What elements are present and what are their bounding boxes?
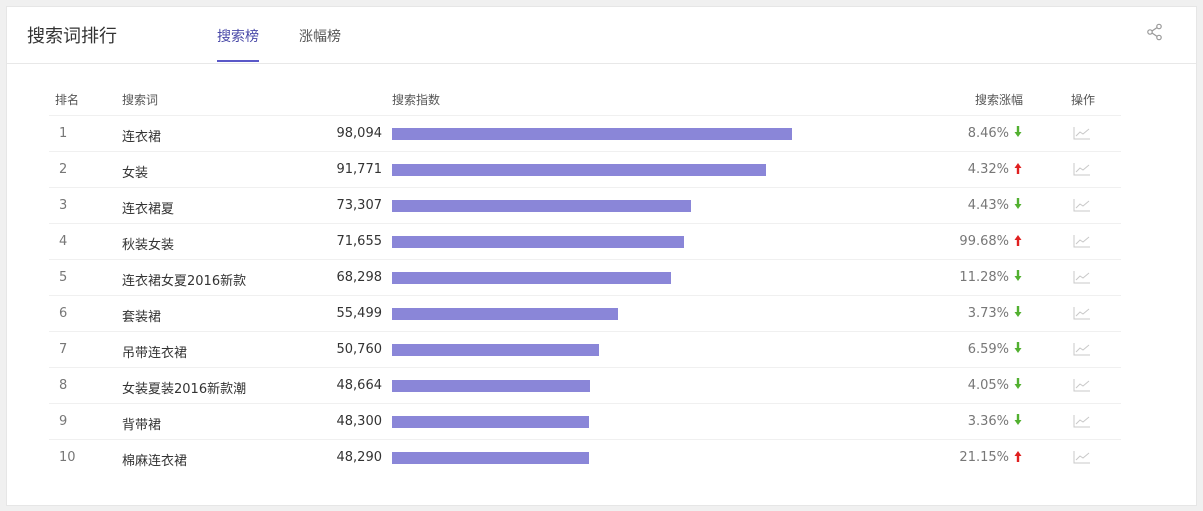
table-row: 8 女装夏装2016新款潮 48,664 4.05% — [49, 367, 1121, 403]
table-row: 5 连衣裙女夏2016新款 68,298 11.28% — [49, 259, 1121, 295]
table-row: 10 棉麻连衣裙 48,290 21.15% — [49, 439, 1121, 475]
search-index-value: 73,307 — [336, 198, 383, 213]
tab-growth-rank[interactable]: 涨幅榜 — [299, 26, 341, 62]
table-row: 6 套装裙 55,499 3.73% — [49, 295, 1121, 331]
arrow-down-icon — [1014, 378, 1022, 389]
arrow-down-icon — [1014, 306, 1022, 317]
table-row: 1 连衣裙 98,094 8.46% — [49, 115, 1121, 151]
rank-number: 2 — [59, 162, 68, 177]
search-index-bar — [392, 236, 684, 248]
search-index-bar — [392, 272, 671, 284]
search-index-value: 98,094 — [336, 126, 383, 141]
tab-search-rank[interactable]: 搜索榜 — [217, 26, 259, 62]
arrow-up-icon — [1014, 235, 1022, 246]
growth-percent: 4.05% — [967, 378, 1009, 393]
table-row: 3 连衣裙夏 73,307 4.43% — [49, 187, 1121, 223]
search-keyword: 背带裙 — [122, 418, 162, 433]
search-keyword: 女装夏装2016新款潮 — [122, 382, 247, 397]
search-index-bar — [392, 380, 590, 392]
search-index-value: 50,760 — [336, 342, 383, 357]
search-keyword: 棉麻连衣裙 — [122, 454, 188, 469]
search-index-value: 71,655 — [336, 234, 383, 249]
search-keyword: 连衣裙 — [122, 130, 162, 145]
growth-percent: 21.15% — [959, 450, 1009, 465]
search-keyword: 套装裙 — [122, 310, 162, 325]
column-header-action: 操作 — [1071, 93, 1096, 107]
trend-chart-icon[interactable] — [1073, 198, 1091, 212]
search-index-value: 91,771 — [336, 162, 383, 177]
column-header-rank: 排名 — [55, 93, 80, 107]
rank-number: 4 — [59, 234, 68, 249]
arrow-up-icon — [1014, 451, 1022, 462]
growth-percent: 3.36% — [967, 414, 1009, 429]
table-row: 9 背带裙 48,300 3.36% — [49, 403, 1121, 439]
search-index-value: 48,664 — [336, 378, 383, 393]
trend-chart-icon[interactable] — [1073, 270, 1091, 284]
table-row: 2 女装 91,771 4.32% — [49, 151, 1121, 187]
card-header: 搜索词排行 搜索榜 涨幅榜 — [7, 7, 1196, 64]
rank-number: 6 — [59, 306, 68, 321]
search-keyword: 连衣裙夏 — [122, 202, 175, 217]
table-row: 7 吊带连衣裙 50,760 6.59% — [49, 331, 1121, 367]
rank-number: 1 — [59, 126, 68, 141]
card-title: 搜索词排行 — [27, 26, 117, 47]
arrow-down-icon — [1014, 126, 1022, 137]
trend-chart-icon[interactable] — [1073, 378, 1091, 392]
trend-chart-icon[interactable] — [1073, 162, 1091, 176]
growth-percent: 4.43% — [967, 198, 1009, 213]
trend-chart-icon[interactable] — [1073, 342, 1091, 356]
search-index-value: 48,300 — [336, 414, 383, 429]
growth-percent: 8.46% — [967, 126, 1009, 141]
search-index-bar — [392, 128, 792, 140]
search-index-bar — [392, 308, 618, 320]
trend-chart-icon[interactable] — [1073, 126, 1091, 140]
search-keyword: 连衣裙女夏2016新款 — [122, 274, 247, 289]
table-row: 4 秋装女装 71,655 99.68% — [49, 223, 1121, 259]
growth-percent: 6.59% — [967, 342, 1009, 357]
arrow-down-icon — [1014, 270, 1022, 281]
arrow-down-icon — [1014, 414, 1022, 425]
search-keyword: 女装 — [122, 166, 149, 181]
trend-chart-icon[interactable] — [1073, 414, 1091, 428]
search-keyword: 秋装女装 — [122, 238, 175, 253]
rank-number: 9 — [59, 414, 68, 429]
column-header-index: 搜索指数 — [392, 93, 441, 107]
share-icon[interactable] — [1146, 23, 1164, 41]
arrow-down-icon — [1014, 198, 1022, 209]
growth-percent: 4.32% — [967, 162, 1009, 177]
growth-percent: 3.73% — [967, 306, 1009, 321]
rank-number: 7 — [59, 342, 68, 357]
arrow-down-icon — [1014, 342, 1022, 353]
growth-percent: 11.28% — [959, 270, 1009, 285]
search-index-bar — [392, 164, 766, 176]
search-index-value: 48,290 — [336, 450, 383, 465]
trend-chart-icon[interactable] — [1073, 450, 1091, 464]
search-index-value: 68,298 — [336, 270, 383, 285]
search-index-bar — [392, 416, 589, 428]
rank-number: 10 — [59, 450, 76, 465]
column-header-keyword: 搜索词 — [122, 93, 159, 107]
growth-percent: 99.68% — [959, 234, 1009, 249]
search-index-bar — [392, 200, 691, 212]
rank-number: 5 — [59, 270, 68, 285]
search-ranking-card: 搜索词排行 搜索榜 涨幅榜 排名 搜索词 搜索指数 搜索涨幅 操作 1 连衣裙 98… — [6, 6, 1197, 506]
rank-number: 8 — [59, 378, 68, 393]
search-keyword: 吊带连衣裙 — [122, 346, 188, 361]
arrow-up-icon — [1014, 163, 1022, 174]
rank-number: 3 — [59, 198, 68, 213]
search-index-bar — [392, 344, 599, 356]
trend-chart-icon[interactable] — [1073, 306, 1091, 320]
trend-chart-icon[interactable] — [1073, 234, 1091, 248]
column-header-growth: 搜索涨幅 — [975, 93, 1024, 107]
search-index-bar — [392, 452, 589, 464]
search-index-value: 55,499 — [336, 306, 383, 321]
